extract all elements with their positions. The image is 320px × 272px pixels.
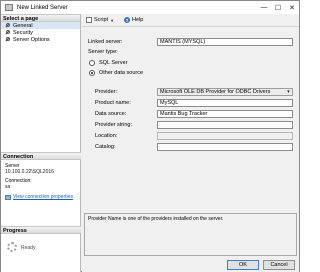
connection-header: Connection — [1, 152, 81, 160]
connection-section: Connection Server 10.100.0.22\SQL2016 Co… — [1, 152, 81, 200]
close-button[interactable]: ✕ — [285, 1, 299, 14]
provider-select[interactable]: Microsoft OLE DB Provider for ODBC Drive… — [157, 88, 293, 96]
radio-sql-server[interactable]: SQL Server — [89, 60, 128, 66]
page-item-label: Server Options — [13, 36, 50, 43]
connection-value: sa — [5, 184, 11, 190]
select-page-header: Select a page — [1, 14, 80, 22]
progress-status: Ready — [21, 245, 36, 251]
wrench-icon — [5, 37, 10, 42]
window-title: New Linked Server — [17, 4, 68, 11]
catalog-input[interactable] — [157, 143, 293, 151]
radio-sql-server-button[interactable] — [89, 60, 95, 66]
ok-button[interactable]: OK — [227, 260, 259, 270]
radio-other-data-source-label: Other data source — [99, 70, 144, 76]
help-label: Help — [132, 17, 144, 23]
page-item-label: Security — [13, 29, 33, 36]
location-input[interactable] — [157, 132, 293, 140]
minimize-button[interactable]: — — [257, 1, 271, 14]
maximize-button[interactable]: ☐ — [271, 1, 285, 14]
server-type-label: Server type: — [88, 49, 118, 55]
radio-other-data-source[interactable]: Other data source — [89, 70, 143, 76]
data-source-input[interactable]: Mantis Bug Tracker — [157, 110, 293, 118]
radio-other-data-source-button[interactable] — [89, 70, 95, 76]
server-type-row: Server type: — [88, 49, 118, 55]
progress-header: Progress — [1, 226, 81, 234]
toolbar: Script ▼ ? Help — [82, 14, 299, 27]
provider-row: Provider: — [95, 89, 117, 95]
linked-server-label: Linked server: — [88, 39, 123, 45]
progress-spinner-icon — [7, 242, 17, 252]
script-label: Script — [94, 17, 109, 23]
chevron-down-icon[interactable]: ▼ — [285, 89, 292, 95]
cancel-button[interactable]: Cancel — [263, 260, 295, 270]
wrench-icon — [5, 23, 10, 28]
catalog-label: Catalog: — [95, 144, 116, 150]
catalog-row: Catalog: — [95, 144, 116, 150]
provider-string-label: Provider string: — [95, 122, 132, 128]
linked-server-input[interactable]: MANTIS (MYSQL) — [157, 38, 293, 46]
properties-icon — [5, 194, 11, 200]
location-row: Location: — [95, 133, 117, 139]
location-label: Location: — [95, 133, 118, 139]
window-controls: — ☐ ✕ — [257, 1, 299, 14]
provider-label: Provider: — [95, 89, 118, 95]
description-box: Provider Name is one of the providers in… — [84, 213, 297, 256]
app-icon — [5, 4, 13, 11]
product-name-label: Product name: — [95, 100, 131, 106]
help-button[interactable]: ? Help — [124, 17, 143, 23]
view-connection-properties[interactable]: View connection properties — [1, 194, 81, 200]
chevron-down-icon: ▼ — [110, 17, 115, 23]
page-item-general[interactable]: General — [1, 22, 80, 29]
left-pane: Select a page General Security Server Op… — [1, 14, 81, 272]
progress-section: Progress Ready — [1, 226, 81, 252]
product-name-input[interactable]: MySQL — [157, 99, 293, 107]
provider-string-row: Provider string: — [95, 122, 132, 128]
radio-sql-server-label: SQL Server — [99, 60, 128, 66]
page-item-security[interactable]: Security — [1, 29, 80, 36]
help-icon: ? — [124, 17, 131, 23]
provider-string-input[interactable] — [157, 121, 293, 129]
linked-server-row: Linked server: — [88, 39, 123, 45]
view-connection-properties-link[interactable]: View connection properties — [13, 194, 73, 200]
data-source-row: Data source: — [95, 111, 126, 117]
title-bar: New Linked Server — ☐ ✕ — [1, 1, 299, 14]
new-linked-server-dialog: New Linked Server — ☐ ✕ Select a page Ge… — [0, 0, 300, 272]
product-name-row: Product name: — [95, 100, 131, 106]
data-source-label: Data source: — [95, 111, 127, 117]
script-button[interactable]: Script ▼ — [86, 17, 116, 23]
page-item-label: General — [13, 22, 33, 29]
page-item-server-options[interactable]: Server Options — [1, 36, 80, 43]
wrench-icon — [5, 30, 10, 35]
script-icon — [86, 17, 92, 23]
provider-select-value: Microsoft OLE DB Provider for ODBC Drive… — [160, 89, 271, 95]
